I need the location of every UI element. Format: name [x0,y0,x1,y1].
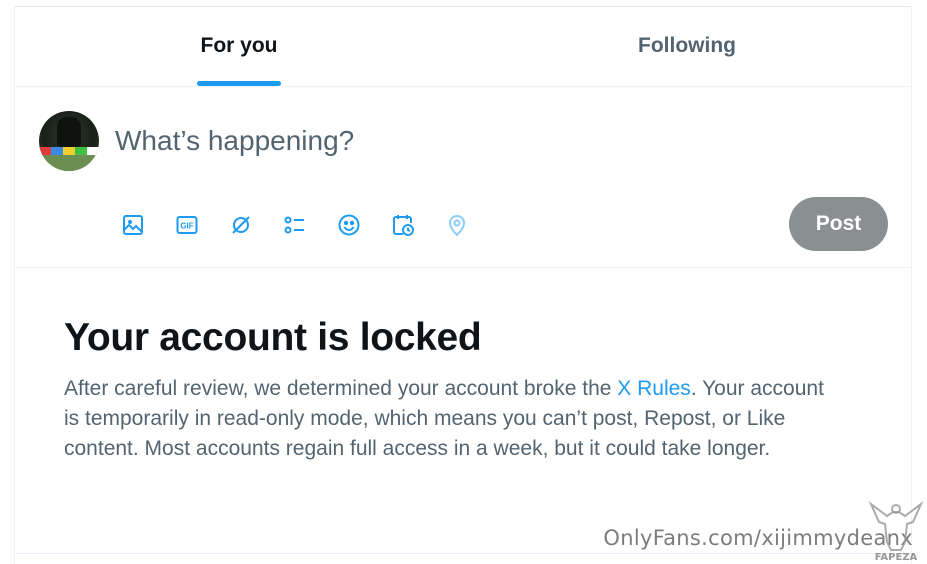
avatar[interactable] [39,111,99,171]
avatar-ground [39,155,99,171]
grok-icon[interactable] [223,207,259,243]
active-tab-indicator [197,81,281,86]
tab-label: For you [200,34,278,57]
schedule-icon[interactable] [385,207,421,243]
post-button[interactable]: Post [789,197,888,251]
composer-toolbar: GIF [115,207,475,243]
location-icon[interactable] [439,207,475,243]
notice-title: Your account is locked [64,316,482,359]
svg-text:GIF: GIF [180,222,193,231]
image-icon[interactable] [115,207,151,243]
tab-following[interactable]: Following [463,7,911,86]
compose-input[interactable] [115,125,815,157]
tab-for-you[interactable]: For you [15,7,463,86]
poll-icon[interactable] [277,207,313,243]
avatar-figure [57,117,81,147]
gif-icon[interactable]: GIF [169,207,205,243]
avatar-stripe [39,147,99,155]
timeline-column: For you Following GI [14,6,912,564]
post-composer: GIF [15,87,911,268]
divider [15,553,911,554]
account-locked-notice: Your account is locked After careful rev… [15,268,911,553]
notice-body-text: After careful review, we determined your… [64,377,618,400]
timeline-tabs: For you Following [15,7,911,87]
notice-body: After careful review, we determined your… [64,374,844,464]
tab-label: Following [638,34,736,57]
x-rules-link[interactable]: X Rules [617,377,691,400]
emoji-icon[interactable] [331,207,367,243]
watermark-logo: FAPEZA [868,500,924,562]
watermark-logo-text: FAPEZA [875,552,918,562]
